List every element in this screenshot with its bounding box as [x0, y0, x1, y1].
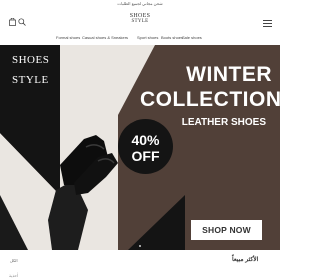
best-sellers-section: الكل الأكثر مبيعاً أحذية [0, 250, 280, 280]
hero-logo-line-2: STYLE [12, 74, 49, 86]
announcement-text: شحن مجاني لجميع الطلبات [117, 1, 163, 6]
discount-percent: 40% [131, 132, 160, 148]
view-all-link[interactable]: الكل [10, 258, 18, 263]
nav-item-sport-shoes[interactable]: Sport shoes [137, 35, 158, 40]
logo-line-2: STYLE [131, 19, 149, 24]
nav-item-casual-shoes[interactable]: Casual shoes & Sneakers [82, 35, 128, 40]
hero-logo-line-1: SHOES [12, 54, 50, 66]
shop-now-button[interactable]: SHOP NOW [191, 220, 262, 240]
site-logo[interactable]: SHOES STYLE [118, 13, 162, 25]
announcement-bar: شحن مجاني لجميع الطلبات [0, 0, 280, 8]
nav-item-boots-shoes[interactable]: Boots shoes [161, 35, 183, 40]
hero-logo: SHOES STYLE [12, 54, 57, 86]
slider-dot[interactable] [139, 245, 141, 247]
main-nav: Sale shoes Boots shoes Sport shoes Casua… [0, 31, 280, 45]
nav-item-sale-shoes[interactable]: Sale shoes [182, 35, 202, 40]
section-heading: الأكثر مبيعاً [232, 257, 259, 263]
shopping-bag-icon[interactable] [9, 18, 16, 26]
discount-off: OFF [131, 148, 160, 164]
section-label: أحذية [9, 273, 18, 278]
search-icon[interactable] [18, 18, 26, 26]
hero-subtitle: LEATHER SHOES [181, 117, 266, 128]
hamburger-menu-icon[interactable] [263, 20, 272, 27]
hero-title-line-1: WINTER [186, 63, 272, 86]
hero-title-line-2: COLLECTION [140, 88, 280, 111]
discount-badge: 40% OFF [118, 119, 173, 174]
nav-item-formal-shoes[interactable]: Formal shoes [56, 35, 80, 40]
hero-banner[interactable]: SHOES STYLE WINTER COLLECTION LEATHER SH… [0, 45, 280, 250]
